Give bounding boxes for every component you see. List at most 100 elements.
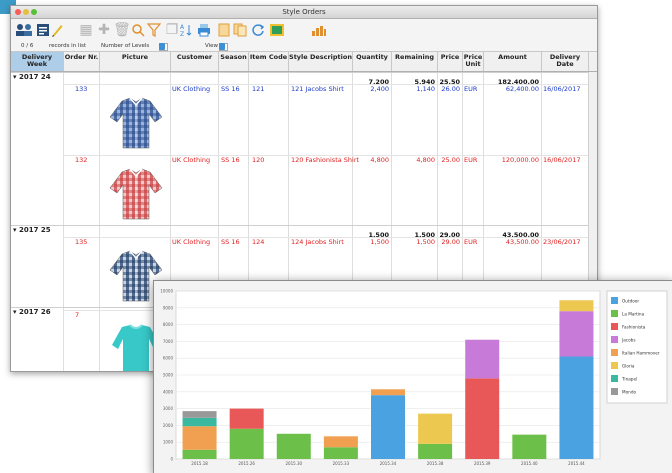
x-tick-label: 2015.30 <box>286 461 303 466</box>
sort-icon[interactable]: AZ <box>179 22 193 38</box>
column-header-1[interactable]: Order Nr. <box>64 52 100 71</box>
price-cell: 29.00 <box>441 238 460 246</box>
list-icon[interactable] <box>36 22 50 38</box>
x-tick-label: 2015.26 <box>238 461 255 466</box>
legend-swatch <box>611 323 618 330</box>
bar-segment-jacobs <box>465 339 500 379</box>
group-week-1[interactable]: ▾ 2017 25 <box>13 226 63 234</box>
filter-icon[interactable] <box>147 22 161 38</box>
bar-segment-la-martina <box>323 447 358 459</box>
screen: Style Orders ▦ ✚ 🗑 ❐ AZ 0 / 6 records in… <box>0 0 672 473</box>
column-header-7[interactable]: Quantity <box>353 52 392 71</box>
legend-label: Fashionista <box>622 325 646 330</box>
title-bar: Style Orders <box>11 6 597 19</box>
column-header-3[interactable]: Customer <box>171 52 219 71</box>
order-number[interactable]: 132 <box>75 156 105 164</box>
legend-label: La Martina <box>622 312 645 317</box>
records-label: records in list <box>49 43 87 49</box>
style-description-cell: 124 Jacobs Shirt <box>291 238 344 246</box>
y-tick-label: 9000 <box>163 305 174 310</box>
customer-cell: UK Clothing <box>172 156 211 164</box>
price-cell: 25.00 <box>441 156 460 164</box>
price-cell: 26.00 <box>441 85 460 93</box>
bar-segment-jacobs <box>559 311 594 357</box>
refresh-icon[interactable] <box>251 22 265 38</box>
legend-swatch <box>611 362 618 369</box>
style-description-cell: 121 Jacobs Shirt <box>291 85 344 93</box>
y-tick-label: 8000 <box>163 322 174 327</box>
chart-window: 0 1000 2000 3000 4000 5000 6000 7000 8000 9000 100… <box>153 280 672 473</box>
item-code-cell: 121 <box>252 85 265 93</box>
group-divider <box>11 225 589 226</box>
edit-icon[interactable] <box>51 22 63 38</box>
grid-icon[interactable]: ▦ <box>79 22 93 38</box>
bar-segment-la-martina <box>182 449 217 459</box>
legend-swatch <box>611 349 618 356</box>
season-cell: SS 16 <box>221 238 240 246</box>
item-code-cell: 120 <box>252 156 265 164</box>
bar-segment-la-martina <box>418 443 453 459</box>
export-icon[interactable] <box>269 22 285 38</box>
column-header-0[interactable]: Delivery Week <box>11 52 64 71</box>
season-cell: SS 16 <box>221 156 240 164</box>
status-bar: 0 / 6 records in list Number of Levels 1… <box>11 41 597 52</box>
trash-icon[interactable]: 🗑 <box>113 22 131 38</box>
svg-text:Z: Z <box>180 31 184 37</box>
price-unit-cell: EUR <box>464 238 478 246</box>
column-header-11[interactable]: Amount <box>484 52 542 71</box>
quantity-cell: 4,800 <box>370 156 389 164</box>
x-tick-label: 2015.18 <box>191 461 208 466</box>
column-header-10[interactable]: Price Unit <box>463 52 484 71</box>
copy-icon[interactable]: ❐ <box>165 22 179 38</box>
chart-icon[interactable] <box>311 22 327 38</box>
quantity-cell: 1,500 <box>370 238 389 246</box>
bar-segment-fashionista <box>465 378 500 459</box>
print-icon[interactable] <box>197 22 211 38</box>
column-header-2[interactable]: Picture <box>100 52 171 71</box>
remaining-cell: 1,140 <box>416 85 435 93</box>
column-header-8[interactable]: Remaining <box>392 52 438 71</box>
amount-cell: 120,000.00 <box>501 156 539 164</box>
column-header-4[interactable]: Season <box>219 52 249 71</box>
bar-segment-gloria <box>418 413 453 444</box>
legend-label: Tinapel <box>621 377 637 382</box>
view-stepper[interactable] <box>219 43 225 50</box>
bar-segment-outdoor <box>559 356 594 459</box>
legend-box <box>606 290 668 404</box>
bar-segment-italian-hammover <box>182 426 217 450</box>
y-tick-label: 10000 <box>160 289 173 294</box>
column-header-5[interactable]: Item Code <box>249 52 289 71</box>
group-week-0[interactable]: ▾ 2017 24 <box>13 73 63 81</box>
customers-icon[interactable] <box>15 22 35 38</box>
bar-segment-italian-hammover <box>371 389 405 396</box>
legend-label: Gloria <box>622 364 635 369</box>
order-number[interactable]: 7 <box>75 311 105 319</box>
order-number[interactable]: 135 <box>75 238 105 246</box>
legend-label: Mondo <box>622 390 636 395</box>
search-icon[interactable] <box>131 22 145 38</box>
bar-segment-la-martina <box>276 433 311 459</box>
bar-segment-fashionista <box>229 408 264 429</box>
stacked-bar-chart: 0 1000 2000 3000 4000 5000 6000 7000 8000 9000 100… <box>160 289 668 466</box>
column-header-9[interactable]: Price <box>438 52 463 71</box>
document-icon[interactable] <box>217 22 231 38</box>
duplicate-icon[interactable] <box>233 22 247 38</box>
legend-swatch <box>611 297 618 304</box>
season-cell: SS 16 <box>221 85 240 93</box>
bar-segment-italian-hammover <box>323 436 358 448</box>
column-header-6[interactable]: Style Description <box>289 52 353 71</box>
bar-segment-la-martina <box>229 428 264 459</box>
price-unit-cell: EUR <box>464 85 478 93</box>
levels-stepper[interactable] <box>159 43 165 50</box>
legend-label: Italian Hammover <box>622 351 660 356</box>
bar-segment-gloria <box>559 300 594 312</box>
legend-label: Jacobs <box>621 338 636 343</box>
order-number[interactable]: 133 <box>75 85 105 93</box>
svg-text:A: A <box>180 24 185 31</box>
column-header-12[interactable]: Delivery Date <box>542 52 589 71</box>
bar-segment-outdoor <box>371 395 405 459</box>
add-icon[interactable]: ✚ <box>97 22 111 38</box>
legend-label: Outdoor <box>622 299 639 304</box>
group-week-2[interactable]: ▾ 2017 26 <box>13 308 63 316</box>
bar-segment-la-martina <box>512 434 547 459</box>
